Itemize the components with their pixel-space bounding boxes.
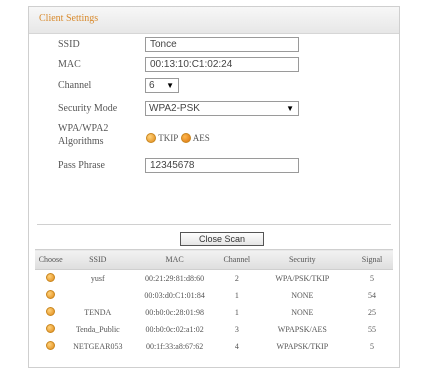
security-mode-label: Security Mode xyxy=(58,103,118,114)
ssid-input[interactable]: Tonce xyxy=(145,37,299,52)
algorithms-label-line1: WPA/WPA2 xyxy=(58,123,109,134)
signal-cell: 55 xyxy=(368,325,377,334)
chevron-down-icon: ▼ xyxy=(166,81,174,90)
channel-select[interactable]: 6 ▼ xyxy=(145,78,179,93)
table-row[interactable]: NETGEAR053 00:1f:33:a8:67:62 4 WPAPSK/TK… xyxy=(35,338,393,355)
channel-cell: 3 xyxy=(234,325,239,334)
table-row[interactable]: Tenda_Public 00:b0:0c:02:a1:02 3 WPAPSK/… xyxy=(35,321,393,338)
column-header: Security xyxy=(253,249,352,270)
panel-title: Client Settings xyxy=(39,13,99,24)
mac-cell: 00:03:d0:C1:01:84 xyxy=(144,291,205,300)
choose-radio-icon[interactable] xyxy=(46,290,56,299)
panel-header: Client Settings xyxy=(29,7,399,34)
ssid-cell: TENDA xyxy=(84,308,112,317)
choose-radio-icon[interactable] xyxy=(46,307,56,316)
channel-cell: 1 xyxy=(234,291,239,300)
mac-cell: 00:b0:0c:28:01:98 xyxy=(145,308,204,317)
column-header: Channel xyxy=(220,249,254,270)
security-cell: NONE xyxy=(291,308,314,317)
column-header: Choose xyxy=(35,249,67,270)
channel-cell: 1 xyxy=(234,308,239,317)
mac-cell: 00:b0:0c:02:a1:02 xyxy=(145,325,204,334)
table-header-row: Choose SSID MAC Channel Security Signal xyxy=(35,249,393,270)
algorithms-radio-group: TKIP AES xyxy=(146,132,210,143)
security-cell: WPAPSK/TKIP xyxy=(276,342,329,351)
mac-cell: 00:21:29:81:d8:60 xyxy=(145,274,205,283)
mac-cell: 00:1f:33:a8:67:62 xyxy=(145,342,204,351)
ssid-label: SSID xyxy=(58,39,80,50)
client-settings-panel: Client Settings SSID Tonce MAC 00:13:10:… xyxy=(28,6,400,368)
security-mode-select[interactable]: WPA2-PSK ▼ xyxy=(145,101,299,116)
aes-radio-icon[interactable] xyxy=(180,132,191,143)
table-row[interactable]: yusf 00:21:29:81:d8:60 2 WPA/PSK/TKIP 5 xyxy=(35,270,393,288)
signal-cell: 54 xyxy=(368,291,377,300)
mac-label: MAC xyxy=(58,59,81,70)
security-cell: WPAPSK/AES xyxy=(277,325,327,334)
column-header: Signal xyxy=(351,249,393,270)
column-header: SSID xyxy=(66,249,130,270)
channel-cell: 2 xyxy=(234,274,239,283)
table-row[interactable]: 00:03:d0:C1:01:84 1 NONE 54 xyxy=(35,287,393,304)
tkip-label: TKIP xyxy=(158,132,179,143)
mac-input[interactable]: 00:13:10:C1:02:24 xyxy=(145,57,299,72)
signal-cell: 25 xyxy=(368,308,377,317)
choose-radio-icon[interactable] xyxy=(46,273,56,282)
scan-results-table: Choose SSID MAC Channel Security Signal … xyxy=(35,249,393,355)
ssid-cell: NETGEAR053 xyxy=(73,342,123,351)
channel-label: Channel xyxy=(58,80,92,91)
tkip-radio-icon[interactable] xyxy=(146,132,156,143)
close-scan-button[interactable]: Close Scan xyxy=(180,232,264,246)
ssid-cell: yusf xyxy=(90,274,105,283)
security-cell: NONE xyxy=(291,291,314,300)
security-cell: WPA/PSK/TKIP xyxy=(275,274,330,283)
algorithms-label-line2: Algorithms xyxy=(58,136,104,147)
pass-phrase-label: Pass Phrase xyxy=(58,160,105,171)
channel-value: 6 xyxy=(149,80,155,91)
signal-cell: 5 xyxy=(370,274,375,283)
aes-label: AES xyxy=(192,132,210,143)
table-row[interactable]: TENDA 00:b0:0c:28:01:98 1 NONE 25 xyxy=(35,304,393,321)
ssid-cell: Tenda_Public xyxy=(75,325,120,334)
choose-radio-icon[interactable] xyxy=(46,324,56,333)
pass-phrase-input[interactable]: 12345678 xyxy=(145,158,299,173)
signal-cell: 5 xyxy=(370,342,375,351)
channel-cell: 4 xyxy=(234,342,239,351)
section-divider xyxy=(37,224,391,225)
chevron-down-icon: ▼ xyxy=(286,104,294,113)
security-mode-value: WPA2-PSK xyxy=(149,103,200,114)
column-header: MAC xyxy=(129,249,221,270)
choose-radio-icon[interactable] xyxy=(46,341,56,350)
ssid-cell xyxy=(66,287,129,304)
